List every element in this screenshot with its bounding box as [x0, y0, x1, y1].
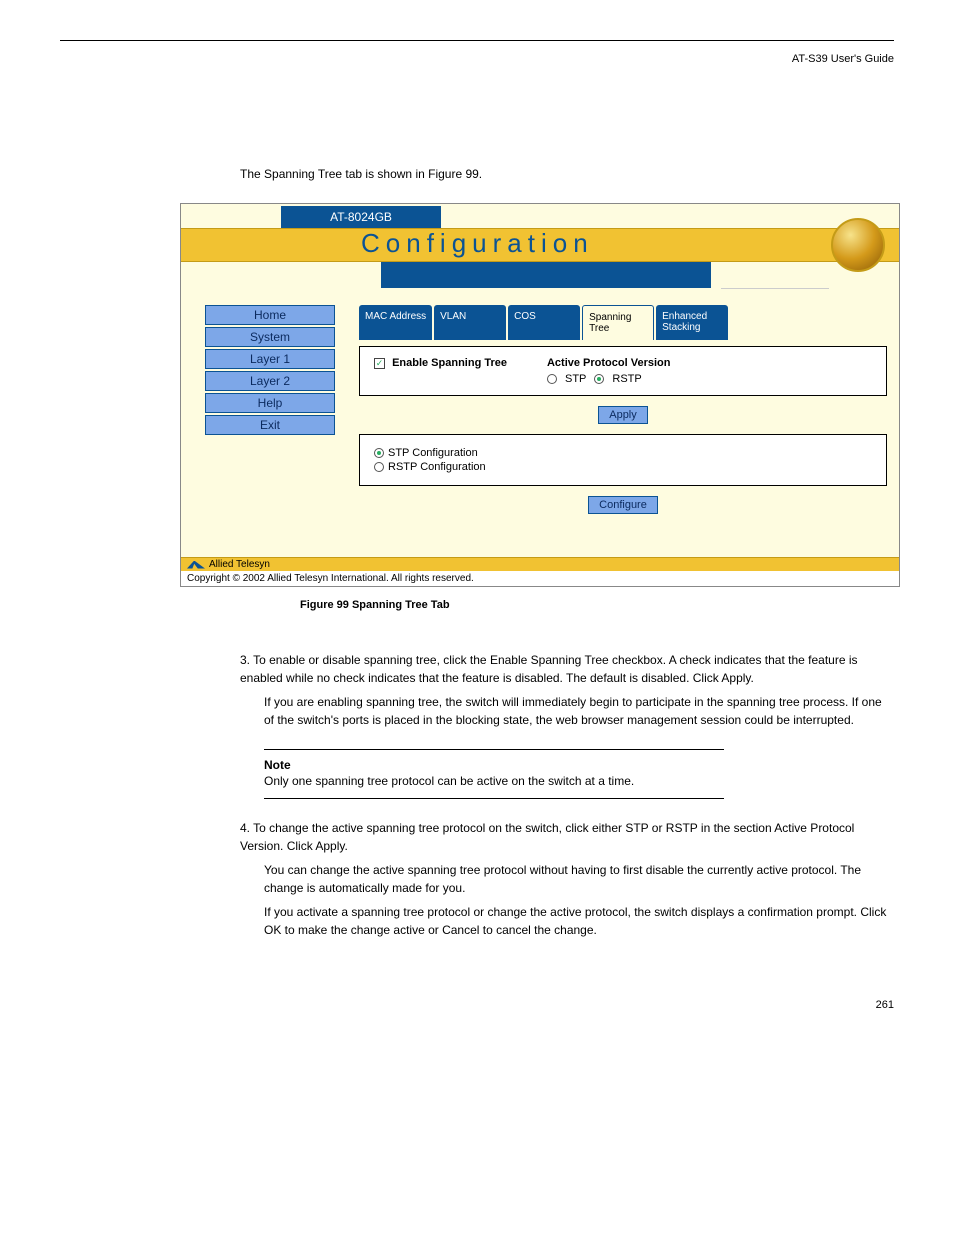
- intro-text: The Spanning Tree tab is shown in Figure…: [240, 165, 894, 183]
- apply-button[interactable]: Apply: [598, 406, 648, 424]
- tab-mac-address[interactable]: MAC Address: [359, 305, 432, 340]
- page-title: Configuration: [361, 228, 594, 259]
- enable-checkbox[interactable]: ✓: [374, 358, 385, 369]
- nav-layer1[interactable]: Layer 1: [205, 349, 335, 369]
- screenshot-body: Home System Layer 1 Layer 2 Help Exit MA…: [181, 289, 899, 557]
- screenshot-header-area: AT-8024GB Configuration: [181, 204, 899, 289]
- copyright-text: Copyright © 2002 Allied Telesyn Internat…: [181, 571, 899, 586]
- divider-line: [721, 288, 829, 289]
- enable-label: Enable Spanning Tree: [392, 357, 507, 369]
- note-title: Note: [264, 758, 724, 772]
- tabs-row: MAC Address VLAN COS Spanning Tree Enhan…: [359, 305, 887, 340]
- content-column: MAC Address VLAN COS Spanning Tree Enhan…: [335, 305, 887, 557]
- header-right: AT-S39 User's Guide: [792, 53, 894, 65]
- step4-sub1: You can change the active spanning tree …: [264, 861, 894, 897]
- note-rule-bottom: [264, 798, 724, 799]
- step4-text: 4. To change the active spanning tree pr…: [240, 819, 894, 855]
- step4-sub2: If you activate a spanning tree protocol…: [264, 903, 894, 939]
- step3-sub: If you are enabling spanning tree, the s…: [264, 693, 894, 729]
- globe-icon: [831, 218, 885, 272]
- stp-config-label: STP Configuration: [388, 447, 478, 459]
- screenshot-footer: Allied Telesyn: [181, 557, 899, 571]
- nav-home[interactable]: Home: [205, 305, 335, 325]
- note-block: Note Only one spanning tree protocol can…: [264, 749, 724, 799]
- enable-group: ✓ Enable Spanning Tree: [374, 357, 507, 385]
- protocol-group: Active Protocol Version STP RSTP: [547, 357, 670, 385]
- tab-spanning-tree[interactable]: Spanning Tree: [582, 305, 654, 340]
- page-header: AT-S39 User's Guide: [60, 40, 894, 65]
- nav-exit[interactable]: Exit: [205, 415, 335, 435]
- logo-icon: [187, 561, 205, 569]
- page-number: 261: [60, 999, 894, 1011]
- enable-panel: ✓ Enable Spanning Tree Active Protocol V…: [359, 346, 887, 396]
- rstp-config-label: RSTP Configuration: [388, 461, 486, 473]
- rstp-label: RSTP: [612, 373, 641, 385]
- rstp-radio[interactable]: [594, 374, 604, 384]
- tab-enhanced-stacking[interactable]: Enhanced Stacking: [656, 305, 728, 340]
- active-protocol-label: Active Protocol Version: [547, 357, 670, 369]
- screenshot-container: AT-8024GB Configuration Home System Laye…: [180, 203, 900, 587]
- tab-cos[interactable]: COS: [508, 305, 580, 340]
- stp-config-radio[interactable]: [374, 448, 384, 458]
- stp-radio[interactable]: [547, 374, 557, 384]
- device-label: AT-8024GB: [281, 206, 441, 228]
- nav-sidebar: Home System Layer 1 Layer 2 Help Exit: [205, 305, 335, 557]
- footer-logo-text: Allied Telesyn: [209, 559, 270, 570]
- step3-text: 3. To enable or disable spanning tree, c…: [240, 651, 894, 687]
- stp-label: STP: [565, 373, 586, 385]
- nav-layer2[interactable]: Layer 2: [205, 371, 335, 391]
- figure-caption: Figure 99 Spanning Tree Tab: [300, 599, 894, 611]
- tab-vlan[interactable]: VLAN: [434, 305, 506, 340]
- nav-system[interactable]: System: [205, 327, 335, 347]
- nav-help[interactable]: Help: [205, 393, 335, 413]
- config-panel: STP Configuration RSTP Configuration: [359, 434, 887, 486]
- note-text: Only one spanning tree protocol can be a…: [264, 772, 724, 790]
- configure-button[interactable]: Configure: [588, 496, 658, 514]
- note-rule-top: [264, 749, 724, 750]
- subtitle-bar: [381, 262, 711, 288]
- rstp-config-radio[interactable]: [374, 462, 384, 472]
